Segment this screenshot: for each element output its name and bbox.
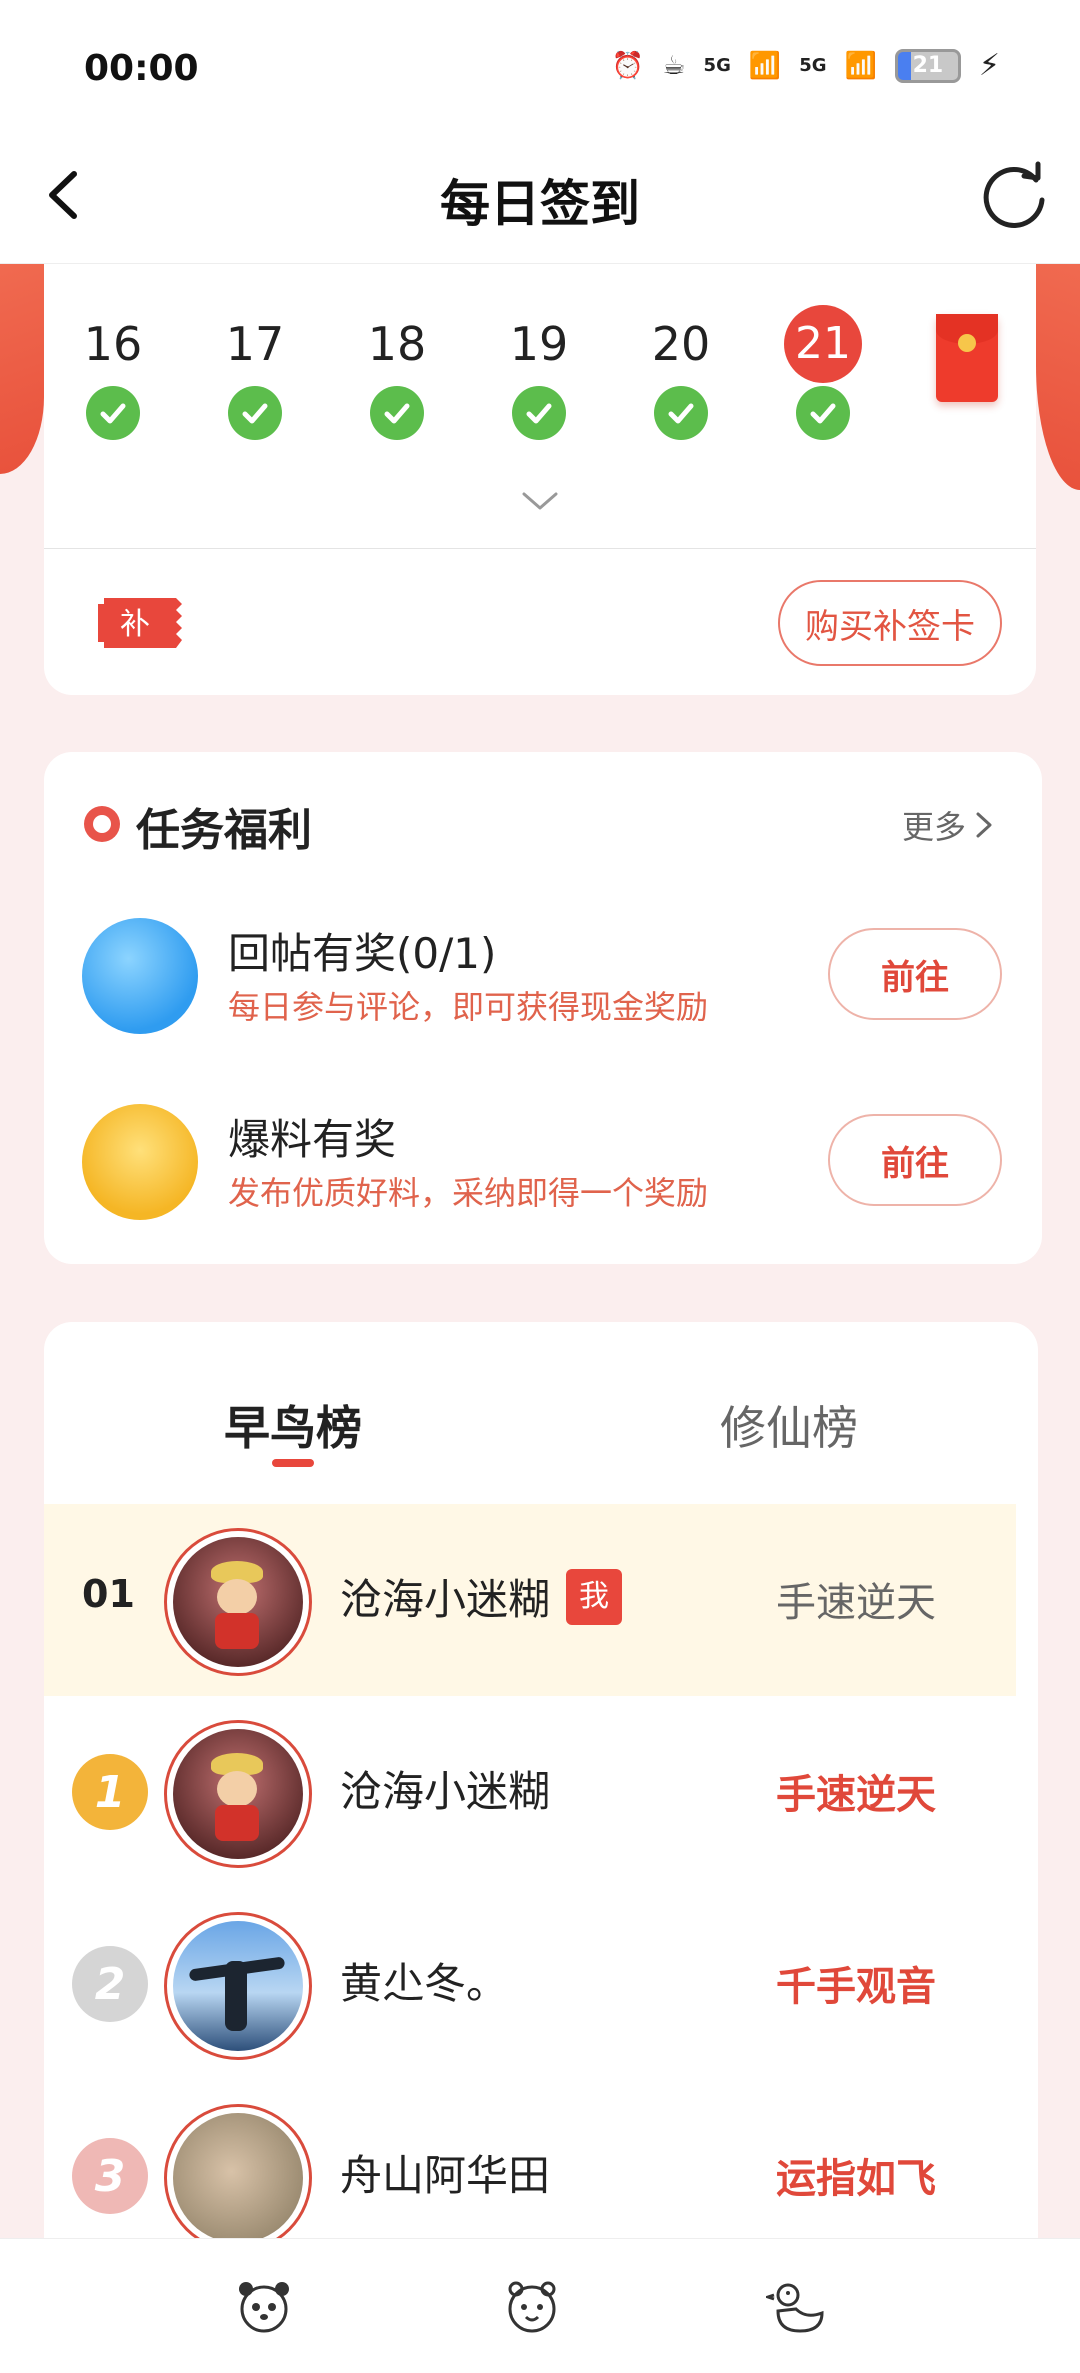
- calendar-day: 19: [494, 314, 584, 440]
- checked-icon: [654, 386, 708, 440]
- avatar: [164, 2104, 312, 2252]
- rank-title: 手速逆天: [776, 1772, 936, 1818]
- more-link[interactable]: 更多: [902, 802, 994, 848]
- notification-icon: ☕: [662, 50, 686, 81]
- rank-row[interactable]: 2 黄尐冬。 千手观音: [44, 1888, 1016, 2080]
- calendar-day: 18: [352, 314, 442, 440]
- calendar-day: 17: [210, 314, 300, 440]
- checked-icon: [512, 386, 566, 440]
- gold-medal-icon: 1: [72, 1754, 148, 1830]
- network-5g-indicator: 5G: [703, 55, 731, 76]
- user-name: 黄尐冬。: [340, 1959, 509, 2008]
- red-packet-icon[interactable]: [936, 314, 998, 402]
- today-number: 21: [784, 305, 862, 383]
- day-number: 19: [509, 317, 569, 371]
- go-button[interactable]: 前往: [828, 928, 1002, 1020]
- checked-icon: [370, 386, 424, 440]
- task-name: 爆料有奖: [228, 1115, 397, 1164]
- task-desc: 发布优质好料，采纳即得一个奖励: [228, 1174, 709, 1212]
- silver-medal-icon: 2: [72, 1946, 148, 2022]
- checked-icon: [796, 386, 850, 440]
- task-name: 回帖有奖(0/1): [228, 929, 497, 978]
- buy-makeup-card-button[interactable]: 购买补签卡: [778, 580, 1002, 666]
- charging-icon: ⚡: [978, 48, 1000, 83]
- nav-bar: 每日签到: [0, 130, 1080, 264]
- day-number: 16: [83, 317, 143, 371]
- checked-icon: [228, 386, 282, 440]
- network-5g-indicator-2: 5G: [799, 55, 827, 76]
- calendar-day: 20: [636, 314, 726, 440]
- tab-cultivation[interactable]: 修仙榜: [720, 1392, 858, 1458]
- user-name-text: 沧海小迷糊: [340, 1575, 551, 1624]
- calendar-day-today: 21: [778, 305, 868, 440]
- user-name: 沧海小迷糊: [340, 1767, 551, 1816]
- status-icons: ⏰ ☕ 5G 📶 5G 📶 21 ⚡: [612, 48, 1000, 83]
- section-title: 任务福利: [136, 805, 312, 856]
- avatar: [164, 1528, 312, 1676]
- reply-reward-icon: [82, 918, 198, 1034]
- my-rank-row[interactable]: 01 沧海小迷糊 我 手速逆天: [44, 1504, 1016, 1696]
- divider: [44, 548, 1036, 549]
- calendar-day: 16: [68, 314, 158, 440]
- rank-number: 01: [82, 1572, 135, 1616]
- chevron-down-icon[interactable]: [520, 490, 560, 514]
- makeup-card-icon-label: 补: [120, 607, 150, 642]
- day-number: 17: [225, 317, 285, 371]
- task-item: 回帖有奖(0/1) 每日参与评论，即可获得现金奖励 前往: [44, 908, 1042, 1038]
- rank-title: 千手观音: [776, 1964, 936, 2010]
- chevron-right-icon: [976, 812, 992, 838]
- header-decoration-right: [1036, 264, 1080, 490]
- more-label: 更多: [901, 808, 966, 846]
- page-title: 每日签到: [440, 175, 640, 233]
- user-name: 舟山阿华田: [340, 2151, 551, 2200]
- status-bar: 00:00 ⏰ ☕ 5G 📶 5G 📶 21 ⚡: [0, 0, 1080, 130]
- rank-row[interactable]: 1 沧海小迷糊 手速逆天: [44, 1696, 1016, 1888]
- checkin-calendar-card: 16 17 18 19 20 21 补 购买补签卡: [44, 264, 1036, 695]
- refresh-icon[interactable]: [974, 156, 1054, 236]
- alarm-icon: ⏰: [611, 50, 645, 81]
- task-desc: 每日参与评论，即可获得现金奖励: [228, 988, 709, 1026]
- signal-icon: 📶: [748, 50, 782, 81]
- money-bag-icon: [82, 1104, 198, 1220]
- checked-icon: [86, 386, 140, 440]
- day-number: 18: [367, 317, 427, 371]
- tab-indicator: [272, 1459, 314, 1467]
- duck-icon[interactable]: [766, 2275, 830, 2339]
- me-badge: 我: [566, 1568, 623, 1625]
- bronze-medal-icon: 3: [72, 2138, 148, 2214]
- rank-title: 运指如飞: [776, 2156, 936, 2202]
- battery-icon: 21: [894, 48, 961, 83]
- tab-early-bird[interactable]: 早鸟榜: [224, 1392, 362, 1458]
- task-item: 爆料有奖 发布优质好料，采纳即得一个奖励 前往: [44, 1094, 1042, 1224]
- day-number: 20: [651, 317, 711, 371]
- back-arrow-icon[interactable]: [32, 160, 102, 230]
- user-name: 沧海小迷糊 我: [340, 1566, 623, 1627]
- battery-level: 21: [912, 53, 944, 78]
- makeup-card-icon: 补: [98, 598, 182, 648]
- section-dot-icon: [84, 806, 120, 842]
- header-decoration-left: [0, 264, 44, 474]
- task-rewards-card: 任务福利 更多 回帖有奖(0/1) 每日参与评论，即可获得现金奖励 前往 爆料有…: [44, 752, 1042, 1264]
- ranking-card: 早鸟榜 修仙榜 01 沧海小迷糊 我 手速逆天 1 沧海小迷糊 手速逆天 2 黄…: [44, 1322, 1038, 2373]
- status-time: 00:00: [84, 48, 199, 89]
- bottom-nav: [0, 2238, 1080, 2373]
- go-button[interactable]: 前往: [828, 1114, 1002, 1206]
- signal-icon-2: 📶: [844, 50, 877, 81]
- rank-title: 手速逆天: [776, 1580, 936, 1626]
- panda-icon[interactable]: [232, 2275, 296, 2339]
- avatar: [164, 1912, 312, 2060]
- bear-icon[interactable]: [500, 2275, 564, 2339]
- avatar: [164, 1720, 312, 1868]
